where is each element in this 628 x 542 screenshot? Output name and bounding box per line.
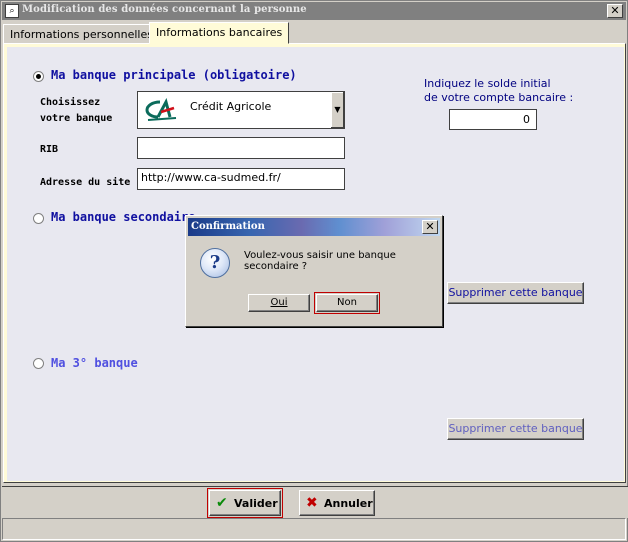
bank1-radio[interactable] bbox=[33, 71, 44, 82]
tab-strip: Informations personnelles Informations b… bbox=[3, 22, 627, 44]
choose-bank-label-1: Choisissez bbox=[40, 97, 101, 108]
validate-button[interactable]: ✔ Valider bbox=[207, 488, 283, 518]
window-title: Modification des données concernant la p… bbox=[22, 4, 307, 15]
main-window: ⌕ Modification des données concernant la… bbox=[0, 0, 628, 542]
rib-label: RIB bbox=[40, 144, 59, 155]
bank1-title: Ma banque principale (obligatoire) bbox=[51, 68, 297, 82]
validate-label: Valider bbox=[234, 497, 278, 510]
balance-label-2: de votre compte bancaire : bbox=[424, 91, 574, 104]
bank3-delete-button[interactable]: Supprimer cette banque bbox=[447, 418, 584, 440]
site-input[interactable]: http://www.ca-sudmed.fr/ bbox=[137, 168, 345, 190]
tab-informations-personnelles[interactable]: Informations personnelles bbox=[3, 24, 160, 44]
title-bar[interactable]: ⌕ Modification des données concernant la… bbox=[2, 2, 626, 20]
rib-input[interactable] bbox=[137, 137, 345, 159]
choose-bank-label-2: votre banque bbox=[40, 113, 113, 124]
no-button[interactable]: Non bbox=[314, 292, 380, 314]
cancel-button[interactable]: ✖ Annuler bbox=[299, 490, 375, 516]
site-label: Adresse du site bbox=[40, 177, 131, 188]
bank2-title: Ma banque secondaire bbox=[51, 210, 196, 224]
dialog-message: Voulez-vous saisir une banque secondaire… bbox=[244, 250, 396, 272]
bank2-delete-button[interactable]: Supprimer cette banque bbox=[447, 282, 584, 304]
bank-select-value: Crédit Agricole bbox=[190, 100, 272, 113]
checkmark-icon: ✔ bbox=[216, 495, 228, 511]
bank2-radio[interactable] bbox=[33, 213, 44, 224]
dialog-title-bar[interactable]: Confirmation ✕ bbox=[188, 218, 440, 236]
chevron-down-icon[interactable]: ▼ bbox=[330, 92, 344, 128]
tab-informations-bancaires[interactable]: Informations bancaires bbox=[149, 22, 290, 44]
bank3-title: Ma 3° banque bbox=[51, 356, 138, 370]
magnifier-app-icon: ⌕ bbox=[5, 4, 19, 18]
credit-agricole-logo bbox=[145, 98, 177, 121]
question-icon: ? bbox=[200, 248, 230, 278]
window-close-button[interactable]: ✕ bbox=[607, 4, 623, 18]
bank3-radio[interactable] bbox=[33, 358, 44, 369]
bank-select[interactable]: Crédit Agricole ▼ bbox=[137, 91, 345, 129]
cross-icon: ✖ bbox=[306, 495, 318, 511]
cancel-label: Annuler bbox=[324, 497, 373, 510]
balance-input[interactable]: 0 bbox=[449, 109, 537, 130]
yes-button[interactable]: Oui bbox=[248, 294, 310, 312]
status-bar bbox=[2, 518, 626, 540]
balance-label-1: Indiquez le solde initial bbox=[424, 77, 551, 90]
dialog-close-button[interactable]: ✕ bbox=[422, 220, 438, 234]
dialog-title: Confirmation bbox=[191, 221, 265, 232]
confirmation-dialog: Confirmation ✕ ? Voulez-vous saisir une … bbox=[185, 215, 443, 327]
